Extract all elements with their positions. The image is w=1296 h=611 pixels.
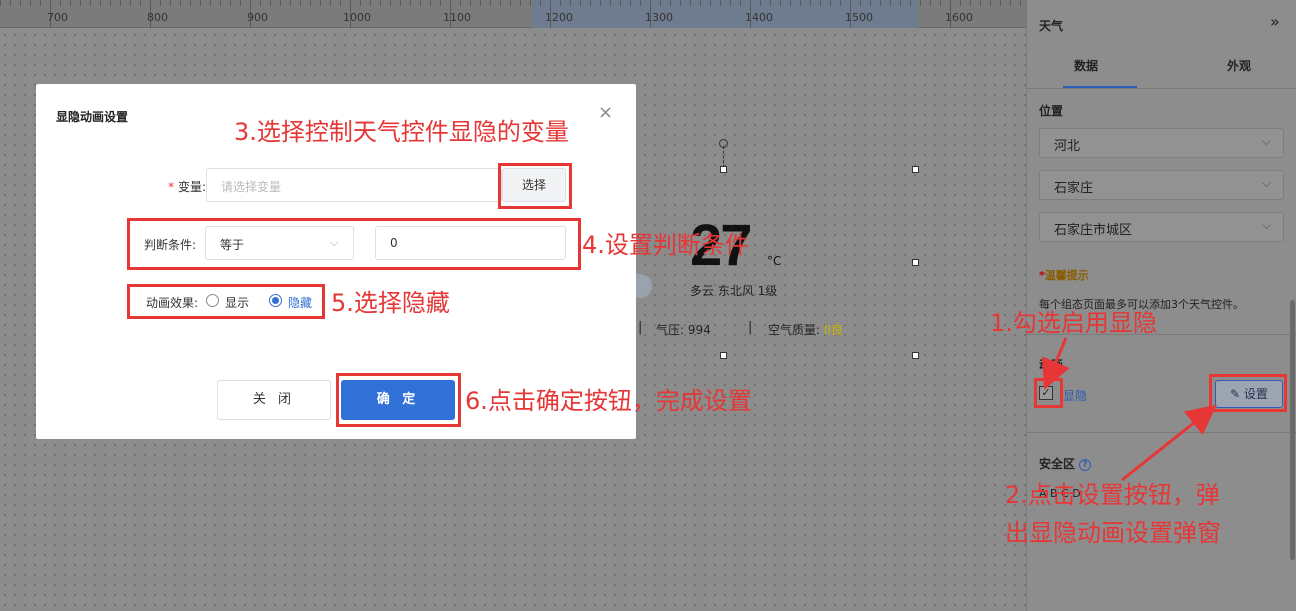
divider xyxy=(1027,432,1296,433)
chevron-down-icon: ⌵ xyxy=(1261,218,1271,232)
weather-pressure: 气压: 994 xyxy=(656,323,711,337)
safe-area-label: 安全区? xyxy=(1039,455,1092,472)
variable-label-text: 变量: xyxy=(177,180,206,194)
ruler-label: 1000 xyxy=(343,11,371,24)
annotation-step2-line2: 出显隐动画设置弹窗 xyxy=(1005,519,1221,547)
weather-description: 多云 东北风 1级 xyxy=(690,284,778,298)
rotate-handle-line xyxy=(723,146,724,168)
city-select[interactable]: 石家庄 ⌵ xyxy=(1039,170,1284,200)
weather-separator: | xyxy=(748,320,753,335)
ruler-label: 900 xyxy=(247,11,268,24)
panel-scrollbar[interactable] xyxy=(1290,300,1295,560)
weather-separator: | xyxy=(638,320,643,335)
annotation-step5: 5.选择隐藏 xyxy=(331,289,450,317)
horizontal-ruler: 700 800 900 1000 1100 1200 1300 1400 150… xyxy=(0,0,1026,28)
annotation-step2-line1: 2.点击设置按钮，弹 xyxy=(1005,481,1220,509)
district-select[interactable]: 石家庄市城区 ⌵ xyxy=(1039,212,1284,242)
ruler-label: 1600 xyxy=(945,11,973,24)
resize-handle-br[interactable] xyxy=(912,352,919,359)
tab-data[interactable]: 数据 xyxy=(1074,57,1098,74)
resize-handle-bl[interactable] xyxy=(720,352,727,359)
ruler-ticks xyxy=(0,0,1026,6)
chevron-down-icon: ⌵ xyxy=(1261,134,1271,148)
chevron-down-icon: ⌵ xyxy=(1261,176,1271,190)
tip-title: *温馨提示 xyxy=(1039,267,1089,283)
animation-label: 动画 xyxy=(1039,358,1064,372)
highlight-effect-row xyxy=(127,284,325,319)
air-quality-value: II良 xyxy=(823,323,843,337)
variable-input[interactable]: 请选择变量 xyxy=(206,168,502,202)
double-chevron-right-icon[interactable]: » xyxy=(1270,12,1280,31)
annotation-step4: 4.设置判断条件 xyxy=(582,231,749,259)
highlight-select-button xyxy=(498,163,572,209)
highlight-checkbox xyxy=(1034,378,1063,408)
highlight-condition-row xyxy=(127,218,581,270)
province-select[interactable]: 河北 ⌵ xyxy=(1039,128,1284,158)
ruler-label: 1300 xyxy=(645,11,673,24)
ruler-label: 1200 xyxy=(545,11,573,24)
close-button[interactable]: 关 闭 xyxy=(217,380,331,420)
tip-title-text: 温馨提示 xyxy=(1044,269,1089,282)
air-quality-label: 空气质量: xyxy=(768,323,824,337)
close-icon[interactable]: × xyxy=(598,102,613,123)
province-value: 河北 xyxy=(1054,139,1081,154)
tab-appearance[interactable]: 外观 xyxy=(1227,57,1251,74)
ruler-label: 1100 xyxy=(443,11,471,24)
dialog-title: 显隐动画设置 xyxy=(56,110,129,124)
show-hide-checkbox-label[interactable]: 显隐 xyxy=(1063,387,1087,404)
panel-title: 天气 xyxy=(1039,19,1064,33)
highlight-settings-button xyxy=(1209,374,1287,412)
weather-air-quality: 空气质量: II良 xyxy=(768,321,843,338)
required-star: * xyxy=(168,180,175,194)
annotation-step3: 3.选择控制天气控件显隐的变量 xyxy=(234,118,569,146)
city-value: 石家庄 xyxy=(1054,181,1094,196)
annotation-step1: 1.勾选启用显隐 xyxy=(990,309,1157,337)
resize-handle-r[interactable] xyxy=(912,259,919,266)
district-value: 石家庄市城区 xyxy=(1054,223,1133,238)
divider xyxy=(1027,88,1296,89)
ruler-label: 1500 xyxy=(845,11,873,24)
resize-handle-tl[interactable] xyxy=(720,166,727,173)
variable-label: * 变量: xyxy=(146,178,206,195)
ruler-label: 800 xyxy=(147,11,168,24)
help-icon[interactable]: ? xyxy=(1079,458,1092,471)
ruler-label: 1400 xyxy=(745,11,773,24)
safe-area-text: 安全区 xyxy=(1039,457,1076,471)
weather-temperature-unit: °C xyxy=(767,254,782,268)
resize-handle-tr[interactable] xyxy=(912,166,919,173)
highlight-confirm-button xyxy=(336,373,461,427)
location-label: 位置 xyxy=(1039,104,1064,118)
ruler-label: 700 xyxy=(47,11,68,24)
annotation-step6: 6.点击确定按钮，完成设置 xyxy=(465,387,752,415)
